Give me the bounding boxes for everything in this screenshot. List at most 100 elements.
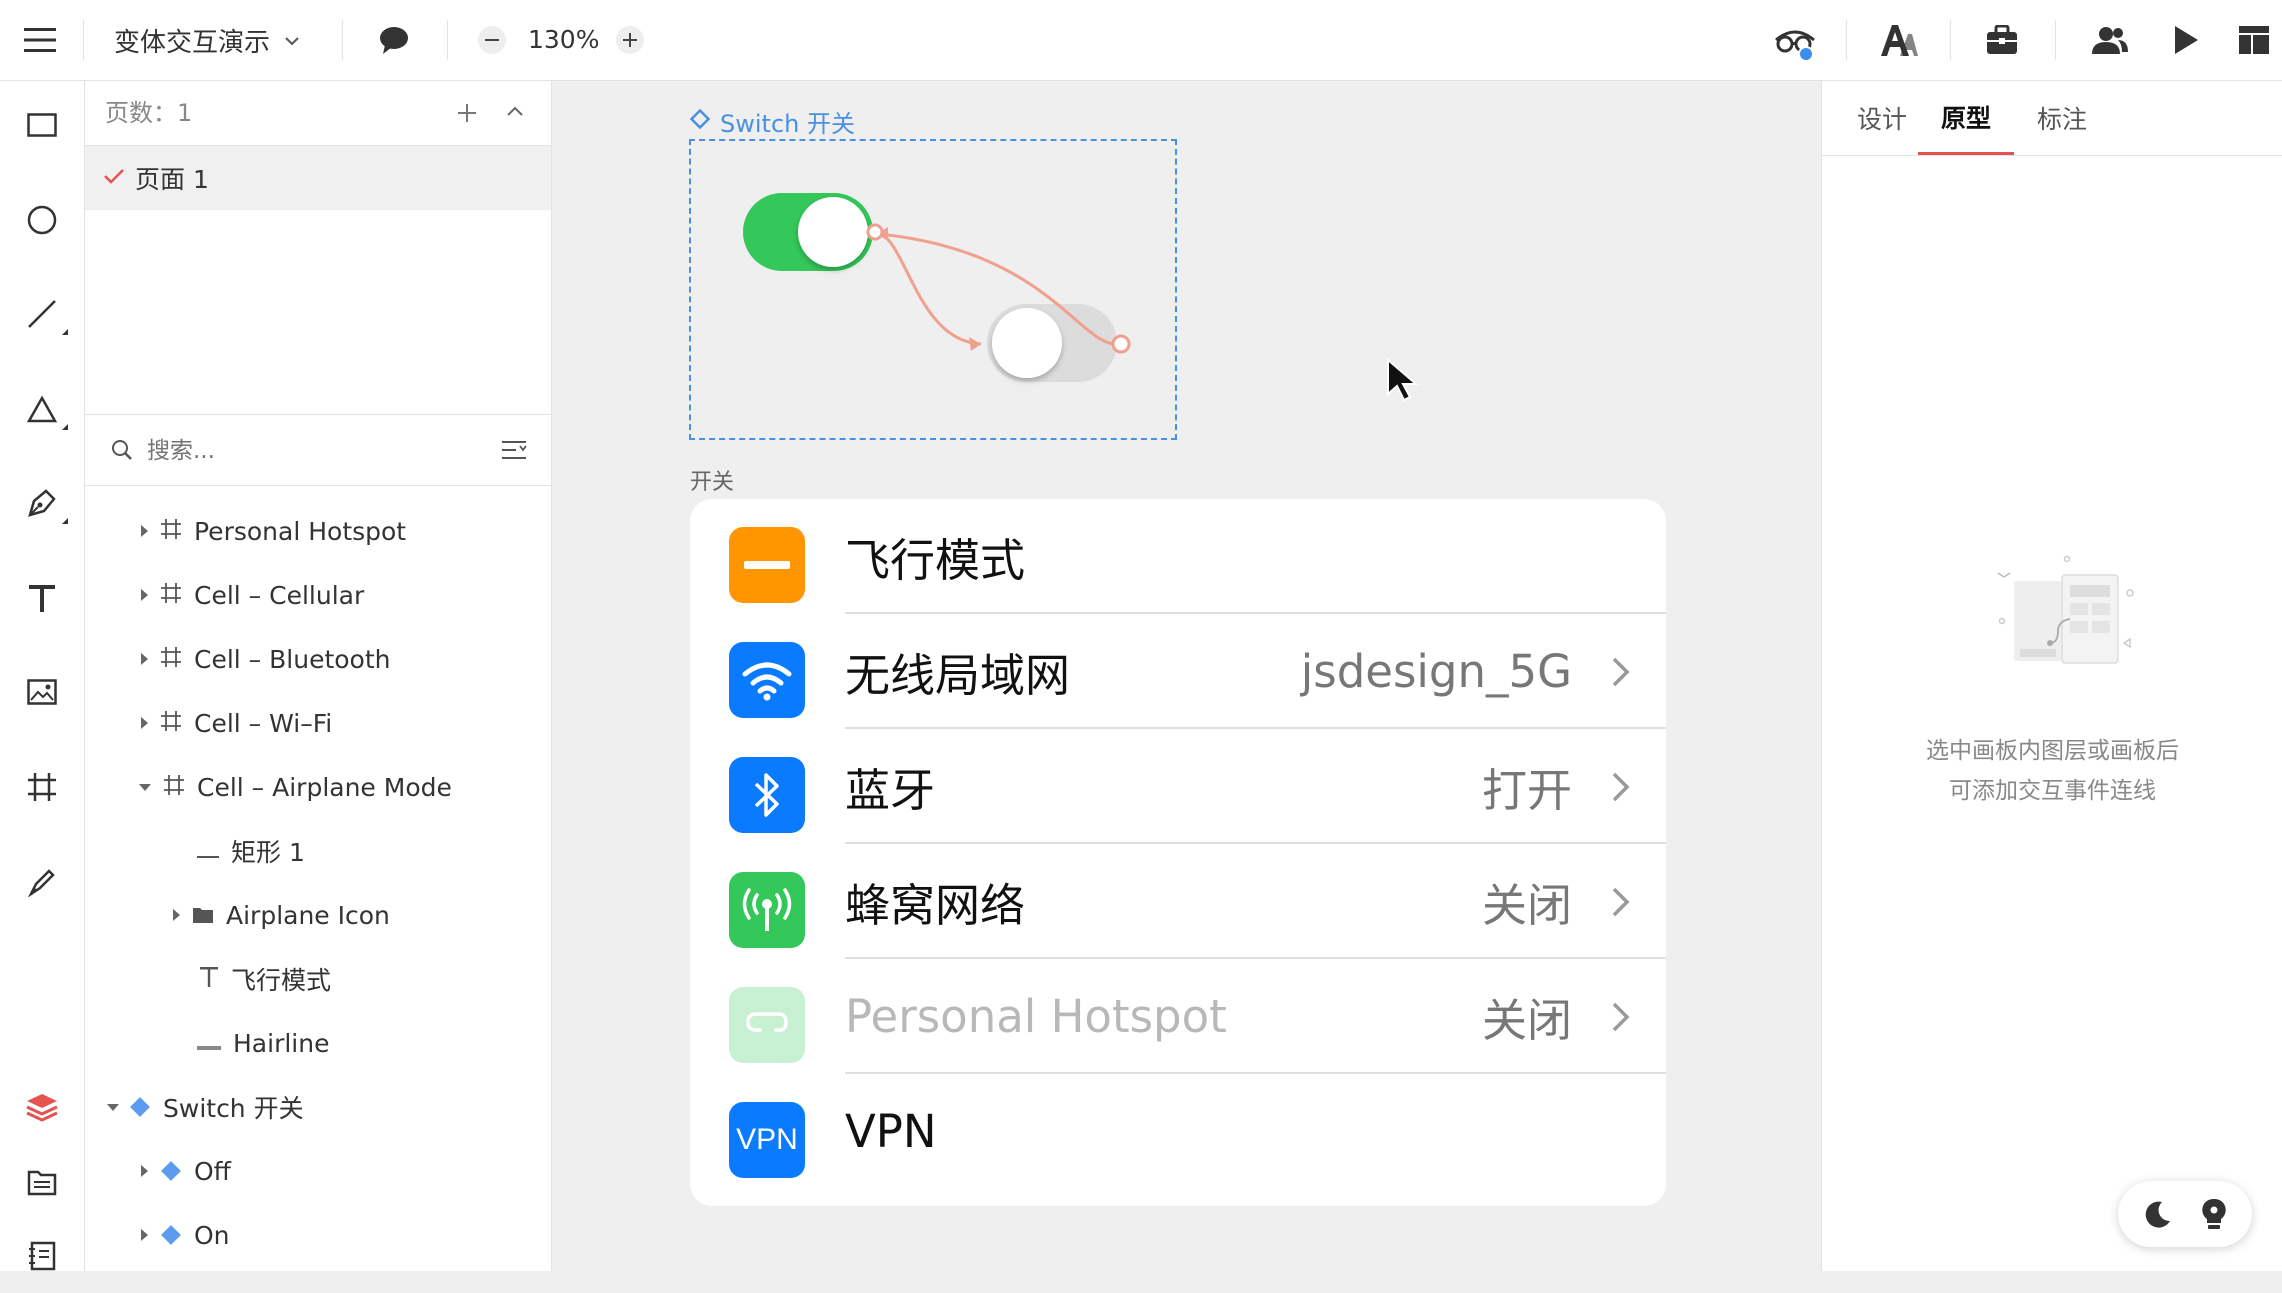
users-icon[interactable] (2088, 20, 2132, 60)
frame-icon (163, 773, 185, 802)
file-name-dropdown[interactable]: 变体交互演示 (114, 22, 300, 58)
layer-cell-cellular[interactable]: Cell – Cellular (85, 563, 551, 627)
layer-cell-wifi[interactable]: Cell – Wi–Fi (85, 691, 551, 755)
layer-label: 矩形 1 (231, 838, 305, 867)
layer-variant-off[interactable]: Off (85, 1139, 551, 1203)
pen-tool[interactable] (0, 470, 84, 540)
cell-label: 飞行模式 (845, 534, 1026, 587)
line-tool[interactable] (0, 281, 84, 351)
notebook-icon (27, 1241, 57, 1275)
hotspot-link-icon (729, 987, 805, 1063)
layer-cell-airplane-mode[interactable]: Cell – Airplane Mode (85, 755, 551, 819)
lightbulb-icon[interactable] (2200, 1197, 2228, 1235)
brush-tool[interactable] (0, 849, 84, 919)
collapse-pages-button[interactable] (505, 103, 529, 123)
cell-label: 无线局域网 (845, 649, 1071, 702)
layer-cell-bluetooth[interactable]: Cell – Bluetooth (85, 627, 551, 691)
layer-switch-component[interactable]: Switch 开关 (85, 1075, 551, 1139)
layers-icon (25, 1092, 59, 1126)
zoom-level[interactable]: 130% (528, 22, 599, 58)
cell-label: Personal Hotspot (845, 990, 1227, 1043)
mouse-cursor-icon (1386, 357, 1422, 406)
cell-bluetooth[interactable]: 蓝牙 打开 (690, 729, 1666, 844)
preview-glasses-icon[interactable] (1770, 20, 1820, 64)
layer-hairline[interactable]: Hairline (85, 1011, 551, 1075)
cell-airplane-mode[interactable]: 飞行模式 (690, 499, 1666, 614)
frame-icon (160, 645, 182, 674)
triangle-tool[interactable] (0, 376, 84, 446)
empty-state-hint: 选中画板内图层或画板后 可添加交互事件连线 (1822, 731, 2282, 811)
line-icon (27, 299, 57, 333)
font-icon[interactable] (1876, 18, 1920, 62)
play-icon[interactable] (2166, 20, 2206, 60)
hairline-icon (197, 1029, 221, 1058)
cellular-antenna-icon (729, 872, 805, 948)
cell-personal-hotspot[interactable]: Personal Hotspot 关闭 (690, 959, 1666, 1074)
inspector-panel: 设计 原型 标注 选中画板内图层或画板后 可添加交互事件连线 (1821, 81, 2282, 1271)
cell-label: 蓝牙 (845, 764, 936, 817)
vpn-icon-text: VPN (736, 1123, 798, 1156)
tab-prototype[interactable]: 原型 (1918, 81, 2014, 155)
search-input[interactable] (145, 431, 449, 471)
menu-icon[interactable] (20, 20, 60, 60)
cell-cellular[interactable]: 蜂窝网络 关闭 (690, 844, 1666, 959)
chevron-right-icon (1610, 886, 1630, 922)
vpn-icon: VPN (729, 1102, 805, 1178)
cell-value: jsdesign_5G (1300, 645, 1572, 698)
tab-label: 原型 (1940, 103, 1991, 133)
layer-search (85, 415, 551, 486)
notes-tool[interactable] (0, 1223, 84, 1293)
image-tool[interactable] (0, 659, 84, 729)
page-item-current[interactable]: 页面 1 (85, 146, 551, 210)
switch-component-set[interactable] (689, 139, 1177, 440)
moon-icon[interactable] (2142, 1199, 2172, 1233)
layer-text-airplane[interactable]: 飞行模式 (85, 947, 551, 1011)
add-page-button[interactable] (455, 101, 479, 125)
component-set-label[interactable]: Switch 开关 (689, 104, 855, 138)
comment-icon[interactable] (374, 20, 414, 60)
layer-personal-hotspot[interactable]: Personal Hotspot (85, 499, 551, 563)
frame-tool[interactable] (0, 754, 84, 824)
cell-label: VPN (845, 1105, 937, 1158)
frame-label[interactable]: 开关 (690, 464, 734, 496)
settings-frame[interactable]: 飞行模式 无线局域网 jsdesign_5G 蓝牙 打开 蜂窝网络 关闭 Per (690, 499, 1666, 1206)
filter-list-icon[interactable] (501, 439, 527, 465)
hint-line-2: 可添加交互事件连线 (1949, 778, 2156, 804)
layer-label: Cell – Cellular (194, 580, 365, 610)
frame-icon (160, 517, 182, 546)
assets-tool[interactable] (0, 1149, 84, 1219)
layer-label: Switch 开关 (163, 1094, 304, 1123)
zoom-in-button[interactable] (616, 26, 644, 54)
tab-label: 设计 (1856, 105, 1907, 134)
cell-wifi[interactable]: 无线局域网 jsdesign_5G (690, 614, 1666, 729)
image-icon (27, 679, 57, 709)
file-name: 变体交互演示 (114, 27, 271, 58)
circle-icon (27, 205, 57, 239)
toolbox-icon[interactable] (1982, 20, 2022, 60)
chevron-down-icon (284, 31, 300, 50)
text-icon (28, 583, 56, 617)
layer-rectangle-1[interactable]: 矩形 1 (85, 819, 551, 883)
line-icon (197, 837, 219, 866)
cell-vpn[interactable]: VPN VPN (690, 1074, 1666, 1189)
chevron-right-icon (1610, 1001, 1630, 1037)
layer-label: On (194, 1220, 230, 1250)
zoom-out-button[interactable] (478, 26, 506, 54)
frame-icon (160, 581, 182, 610)
switch-variants-graphic (743, 193, 1131, 382)
layout-icon[interactable] (2234, 20, 2274, 60)
ellipse-tool[interactable] (0, 187, 84, 257)
top-toolbar: 变体交互演示 130% (0, 0, 2282, 81)
brush-icon (27, 867, 57, 901)
component-name: Switch 开关 (720, 109, 855, 138)
rectangle-tool[interactable] (0, 92, 84, 162)
pages-header: 页数：1 (85, 81, 551, 146)
rectangle-icon (27, 113, 57, 141)
text-tool[interactable] (0, 565, 84, 635)
layers-tool[interactable] (0, 1074, 84, 1144)
layer-airplane-icon[interactable]: Airplane Icon (85, 883, 551, 947)
tab-annotate[interactable]: 标注 (2014, 81, 2110, 155)
layer-label: Hairline (233, 1028, 330, 1058)
variant-icon (161, 1161, 181, 1181)
layer-variant-on[interactable]: On (85, 1203, 551, 1267)
